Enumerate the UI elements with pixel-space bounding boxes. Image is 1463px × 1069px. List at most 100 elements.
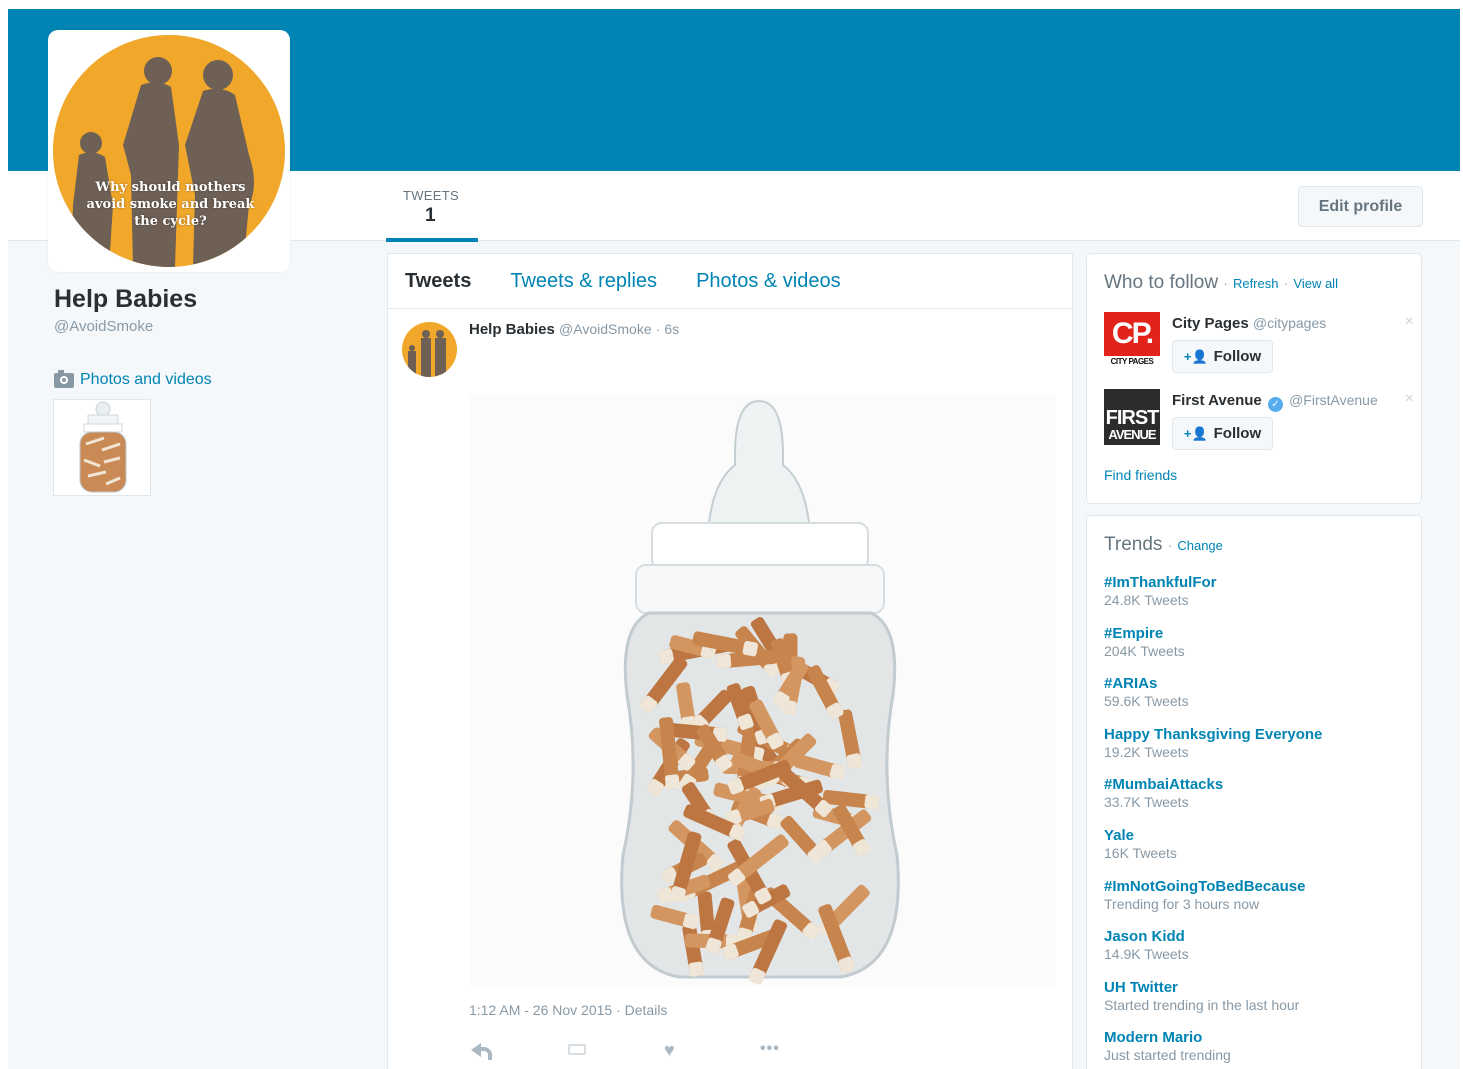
profile-avatar[interactable]: Why should mothers avoid smoke and break…: [48, 30, 290, 272]
timeline-tabs: Tweets Tweets & replies Photos & videos: [388, 254, 1072, 309]
photos-videos-label: Photos and videos: [80, 371, 212, 388]
follow-button[interactable]: +👤 Follow: [1172, 417, 1273, 450]
who-to-follow-title: Who to follow: [1104, 272, 1219, 293]
avatar-image: Why should mothers avoid smoke and break…: [53, 35, 285, 267]
trend-item[interactable]: #ARIAs 59.6K Tweets: [1104, 675, 1414, 709]
find-friends-link[interactable]: Find friends: [1104, 467, 1177, 483]
trend-subtitle: 59.6K Tweets: [1104, 693, 1189, 710]
follow-label: Follow: [1213, 348, 1262, 365]
trend-name[interactable]: Modern Mario: [1104, 1029, 1414, 1046]
who-to-follow-header: Who to follow · Refresh · View all: [1104, 272, 1338, 294]
suggestion-handle[interactable]: @citypages: [1253, 315, 1326, 331]
tweet-age[interactable]: · 6s: [656, 321, 679, 337]
trend-item[interactable]: UH Twitter Started trending in the last h…: [1104, 979, 1414, 1013]
trend-name[interactable]: Yale: [1104, 827, 1414, 844]
tweet-photo[interactable]: [469, 395, 1056, 987]
view-all-link[interactable]: View all: [1293, 276, 1338, 291]
heart-icon: ♥: [664, 1040, 675, 1060]
trend-item[interactable]: #MumbaiAttacks 33.7K Tweets: [1104, 776, 1414, 810]
edit-profile-button[interactable]: Edit profile: [1298, 186, 1423, 227]
suggestion-avatar[interactable]: FIRST AVENUE: [1104, 389, 1160, 445]
reply-button[interactable]: [469, 1040, 566, 1060]
trend-name[interactable]: #Empire: [1104, 625, 1414, 642]
citypages-logo-text: CITY PAGES: [1110, 357, 1154, 366]
trend-subtitle: 24.8K Tweets: [1104, 592, 1189, 608]
separator: ·: [1283, 276, 1289, 291]
separator: ·: [1223, 276, 1228, 291]
tweets-stat-value: 1: [425, 205, 436, 226]
like-button[interactable]: ♥: [663, 1040, 760, 1060]
suggestion-name[interactable]: City Pages: [1172, 315, 1249, 332]
trend-subtitle: 14.9K Tweets: [1104, 946, 1189, 963]
photos-videos-link[interactable]: Photos and videos: [54, 369, 212, 389]
trend-subtitle: 16K Tweets: [1104, 845, 1177, 861]
dismiss-icon[interactable]: ×: [1405, 313, 1414, 331]
trends-title: Trends: [1104, 534, 1163, 555]
trend-name[interactable]: #MumbaiAttacks: [1104, 776, 1414, 793]
separator: ·: [1167, 538, 1173, 553]
suggestion-handle[interactable]: @FirstAvenue: [1289, 392, 1378, 408]
dismiss-icon[interactable]: ×: [1405, 390, 1414, 408]
trend-name[interactable]: Happy Thanksgiving Everyone: [1104, 726, 1414, 743]
trend-item[interactable]: #ImNotGoingToBedBecause Trending for 3 ho…: [1104, 878, 1414, 912]
tweet-timestamp[interactable]: 1:12 AM - 26 Nov 2015 · Details: [469, 1002, 667, 1018]
tweet-avatar[interactable]: [402, 322, 457, 377]
suggestion-item: FIRST AVENUE First Avenue ✓ @FirstAvenue…: [1104, 389, 1414, 450]
tweet-author-name[interactable]: Help Babies: [469, 321, 555, 338]
trend-item[interactable]: Happy Thanksgiving Everyone 19.2K Tweets: [1104, 726, 1414, 760]
reply-icon: [471, 1043, 492, 1060]
tab-tweets-replies[interactable]: Tweets & replies: [510, 270, 657, 293]
trend-item[interactable]: #ImThankfulFor 24.8K Tweets: [1104, 574, 1414, 608]
bottle-photo: [469, 395, 1056, 987]
trend-item[interactable]: Jason Kidd 14.9K Tweets: [1104, 928, 1414, 962]
suggestion-avatar[interactable]: CP. CITY PAGES: [1104, 312, 1160, 368]
trend-name[interactable]: Jason Kidd: [1104, 928, 1414, 945]
tweets-stat[interactable]: TWEETS 1: [386, 171, 478, 242]
trend-item[interactable]: Modern Mario Just started trending: [1104, 1029, 1414, 1063]
tab-photos-videos[interactable]: Photos & videos: [696, 270, 841, 293]
trend-subtitle: Trending for 3 hours now: [1104, 895, 1260, 912]
trend-name[interactable]: #ImNotGoingToBedBecause: [1104, 878, 1414, 895]
profile-handle[interactable]: @AvoidSmoke: [54, 318, 153, 335]
add-user-icon: +👤: [1183, 425, 1208, 441]
tweet-header: Help Babies @AvoidSmoke · 6s: [469, 321, 679, 338]
suggestion-name[interactable]: First Avenue: [1172, 392, 1262, 409]
more-icon: •••: [760, 1040, 780, 1057]
trends-card: Trends · Change #ImThankfulFor 24.8K Twee…: [1086, 515, 1422, 1069]
tweet-author-handle[interactable]: @AvoidSmoke: [559, 321, 652, 337]
profile-page: Why should mothers avoid smoke and break…: [8, 9, 1460, 1069]
suggestion-item: CP. CITY PAGES City Pages @citypages × +…: [1104, 312, 1414, 373]
media-thumbnail[interactable]: [53, 399, 151, 496]
verified-icon: ✓: [1267, 397, 1283, 412]
tweet-avatar-image: [408, 330, 446, 377]
timeline-card: Tweets Tweets & replies Photos & videos …: [387, 253, 1073, 1069]
change-trends-link[interactable]: Change: [1177, 538, 1223, 553]
retweet-button[interactable]: [566, 1040, 663, 1060]
trend-subtitle: Started trending in the last hour: [1104, 996, 1300, 1013]
trend-name[interactable]: #ImThankfulFor: [1104, 574, 1414, 591]
more-button[interactable]: •••: [760, 1040, 857, 1060]
tweets-stat-label: TWEETS: [403, 188, 459, 203]
follow-button[interactable]: +👤 Follow: [1172, 340, 1273, 373]
silhouette-graphic: [71, 57, 254, 267]
active-stat-indicator: [386, 238, 478, 242]
bottle-thumbnail-image: [79, 401, 127, 493]
trend-subtitle: 19.2K Tweets: [1104, 743, 1189, 760]
tweet-actions: ♥ •••: [469, 1040, 857, 1060]
firstavenue-logo-text: AVENUE: [1108, 427, 1156, 442]
trend-item[interactable]: Yale 16K Tweets: [1104, 827, 1414, 861]
trend-name[interactable]: #ARIAs: [1104, 675, 1414, 692]
retweet-icon: [568, 1044, 586, 1055]
refresh-link[interactable]: Refresh: [1233, 276, 1279, 291]
profile-name[interactable]: Help Babies: [54, 285, 197, 314]
trends-header: Trends · Change: [1104, 534, 1223, 556]
trend-name[interactable]: UH Twitter: [1104, 979, 1414, 996]
avatar-caption: Why should mothers avoid smoke and break…: [86, 180, 255, 229]
trend-subtitle: 204K Tweets: [1104, 642, 1185, 659]
follow-label: Follow: [1213, 425, 1262, 442]
suggestion-name-row: First Avenue ✓ @FirstAvenue: [1172, 392, 1378, 412]
tab-tweets[interactable]: Tweets: [405, 270, 471, 293]
trend-subtitle: Just started trending: [1104, 1047, 1231, 1064]
trend-item[interactable]: #Empire 204K Tweets: [1104, 625, 1414, 659]
citypages-logo: CP.: [1104, 312, 1160, 356]
